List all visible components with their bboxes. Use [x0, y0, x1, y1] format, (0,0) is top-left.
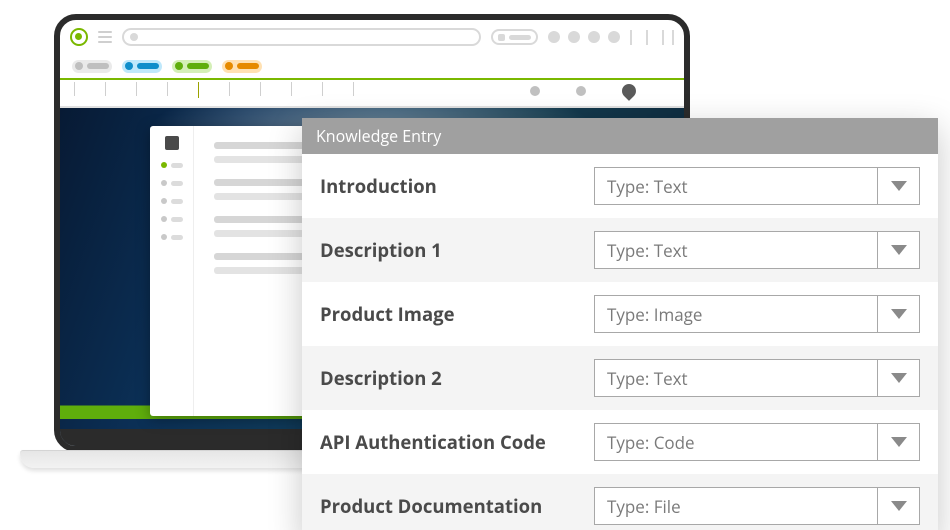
chrome-right-controls	[491, 29, 674, 45]
type-select[interactable]: Type: File	[594, 487, 920, 525]
timeline-pin-icon	[619, 81, 639, 101]
field-label: Product Documentation	[320, 494, 576, 519]
chevron-down-icon[interactable]	[877, 296, 919, 332]
knowledge-entry-title: Knowledge Entry	[302, 118, 938, 154]
field-label: Product Image	[320, 302, 576, 327]
sidebar-item[interactable]	[161, 216, 183, 222]
sidebar-item[interactable]	[161, 162, 183, 168]
chevron-down-icon[interactable]	[877, 168, 919, 204]
sidebar-item[interactable]	[161, 198, 183, 204]
field-label: Description 2	[320, 366, 576, 391]
sidebar-active-icon	[165, 136, 179, 150]
chrome-action-dots[interactable]	[548, 31, 620, 43]
grouped-buttons[interactable]	[630, 30, 674, 45]
chevron-down-icon[interactable]	[877, 488, 919, 524]
tab-3[interactable]	[172, 60, 212, 73]
tab-2[interactable]	[122, 60, 162, 73]
sidebar-item[interactable]	[161, 234, 183, 240]
chevron-down-icon[interactable]	[877, 360, 919, 396]
knowledge-entry-panel: Knowledge Entry Introduction Type: Text …	[302, 118, 938, 530]
type-select[interactable]: Type: Text	[594, 231, 920, 269]
type-select[interactable]: Type: Code	[594, 423, 920, 461]
chevron-down-icon[interactable]	[877, 232, 919, 268]
chevron-down-icon[interactable]	[877, 424, 919, 460]
type-select[interactable]: Type: Text	[594, 167, 920, 205]
field-row-description-2: Description 2 Type: Text	[302, 346, 938, 410]
address-bar[interactable]	[122, 28, 481, 46]
timeline-bar[interactable]	[60, 78, 684, 108]
timeline-dot-icon	[530, 86, 540, 96]
tab-strip	[60, 54, 684, 78]
menu-icon[interactable]	[98, 31, 112, 43]
panel-sidebar	[150, 126, 194, 416]
type-select-value: Type: Text	[595, 239, 877, 262]
type-select-value: Type: Text	[595, 175, 877, 198]
user-pill[interactable]	[491, 29, 538, 45]
field-label: Description 1	[320, 238, 576, 263]
field-label: API Authentication Code	[320, 430, 576, 455]
field-row-product-image: Product Image Type: Image	[302, 282, 938, 346]
type-select[interactable]: Type: Image	[594, 295, 920, 333]
browser-chrome	[60, 20, 684, 108]
type-select[interactable]: Type: Text	[594, 359, 920, 397]
tab-4[interactable]	[222, 60, 262, 73]
logo-icon	[70, 28, 88, 46]
type-select-value: Type: File	[595, 495, 877, 518]
chrome-top-bar	[60, 20, 684, 54]
field-row-api-auth-code: API Authentication Code Type: Code	[302, 410, 938, 474]
sidebar-item[interactable]	[161, 180, 183, 186]
tab-1[interactable]	[72, 60, 112, 73]
type-select-value: Type: Code	[595, 431, 877, 454]
field-label: Introduction	[320, 174, 576, 199]
type-select-value: Type: Text	[595, 367, 877, 390]
stage: Knowledge Entry Introduction Type: Text …	[0, 0, 950, 530]
field-row-introduction: Introduction Type: Text	[302, 154, 938, 218]
timeline-markers	[530, 84, 636, 98]
type-select-value: Type: Image	[595, 303, 877, 326]
field-row-product-documentation: Product Documentation Type: File	[302, 474, 938, 530]
field-row-description-1: Description 1 Type: Text	[302, 218, 938, 282]
timeline-dot-icon	[576, 86, 586, 96]
